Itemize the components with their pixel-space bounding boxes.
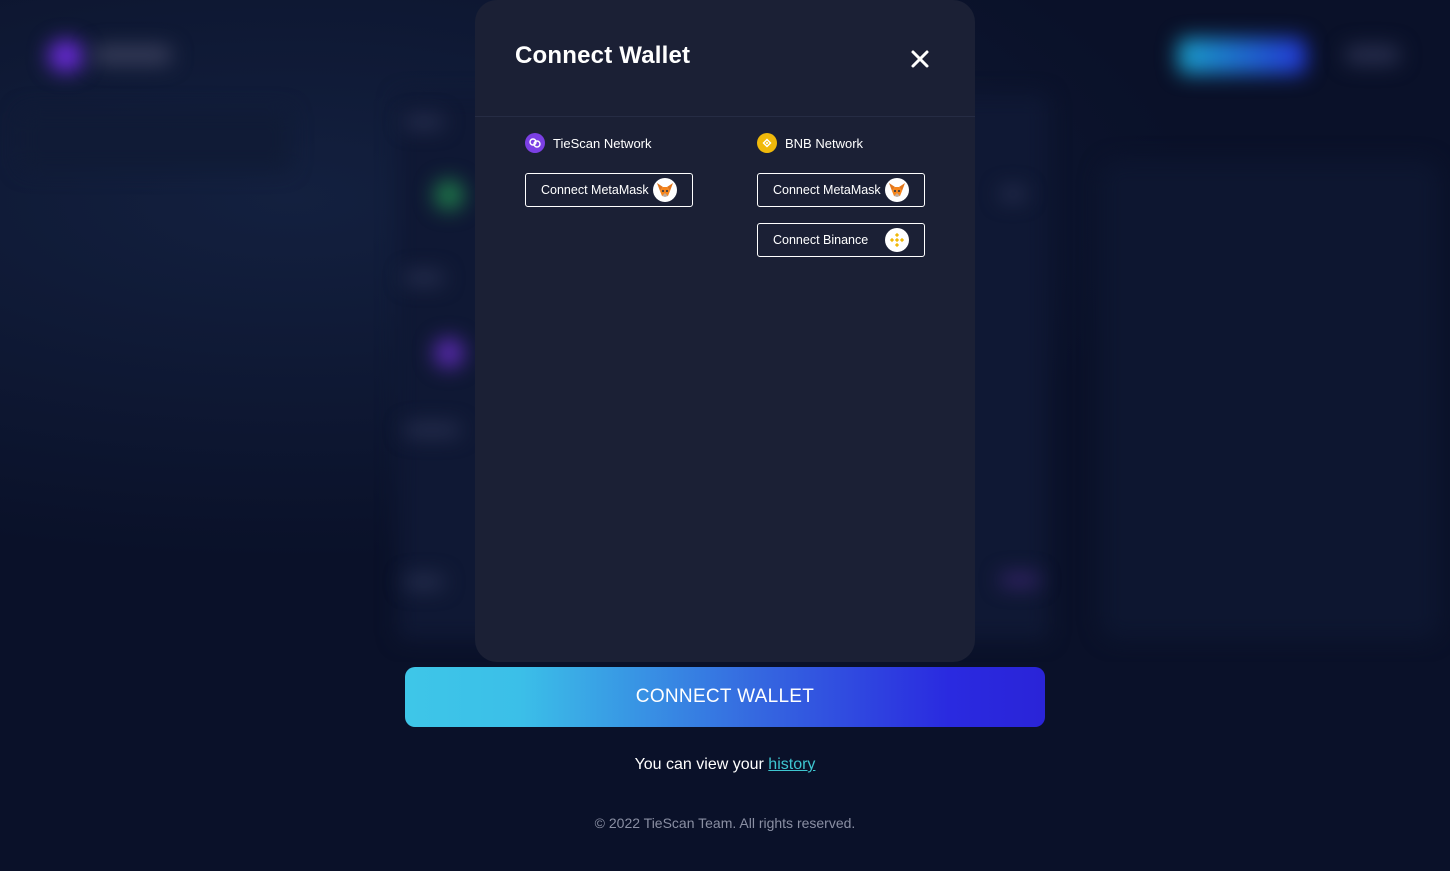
button-label: Connect MetaMask [541, 183, 649, 197]
network-label: BNB Network [785, 135, 864, 151]
connect-wallet-button[interactable]: CONNECT WALLET [405, 667, 1045, 727]
background-panel [20, 110, 290, 170]
metamask-fox-icon [653, 178, 677, 202]
network-header: BNB Network [757, 133, 927, 153]
tiescan-network-icon [525, 133, 545, 153]
background-label [404, 424, 460, 436]
copyright-text: © 2022 TieScan Team. All rights reserved… [594, 815, 856, 831]
background-token-icon [434, 180, 464, 210]
network-header: TieScan Network [525, 133, 695, 153]
history-text: You can view your history [0, 756, 1450, 774]
background-token-icon [434, 338, 464, 368]
close-icon[interactable] [907, 46, 933, 72]
background-label [404, 576, 444, 588]
background-label [404, 116, 444, 128]
background-label [1000, 574, 1040, 586]
background-logo-text [92, 46, 172, 64]
network-label: TieScan Network [553, 135, 652, 151]
connect-binance-button[interactable]: Connect Binance [757, 223, 925, 257]
background-logo [48, 40, 84, 72]
modal-title: Connect Wallet [515, 42, 691, 69]
background-side-panel [1100, 160, 1440, 640]
button-label: Connect MetaMask [773, 183, 881, 197]
metamask-fox-icon [885, 178, 909, 202]
background-menu [1345, 46, 1400, 64]
tiescan-network-section: TieScan Network Connect MetaMask [525, 133, 695, 207]
history-link[interactable]: history [768, 756, 815, 773]
background-label [404, 272, 444, 284]
connect-wallet-modal: Connect Wallet TieScan Network Connect M… [475, 0, 975, 662]
background-label [1000, 188, 1026, 200]
background-cta-button [1178, 38, 1306, 74]
modal-header: Connect Wallet [475, 0, 975, 117]
connect-metamask-tiescan-button[interactable]: Connect MetaMask [525, 173, 693, 207]
button-label: Connect Binance [773, 233, 869, 247]
binance-icon [885, 228, 909, 252]
connect-metamask-bnb-button[interactable]: Connect MetaMask [757, 173, 925, 207]
bnb-icon [757, 133, 777, 153]
history-prefix: You can view your [634, 756, 764, 773]
bnb-network-section: BNB Network Connect MetaMask Connect Bin… [757, 133, 927, 257]
